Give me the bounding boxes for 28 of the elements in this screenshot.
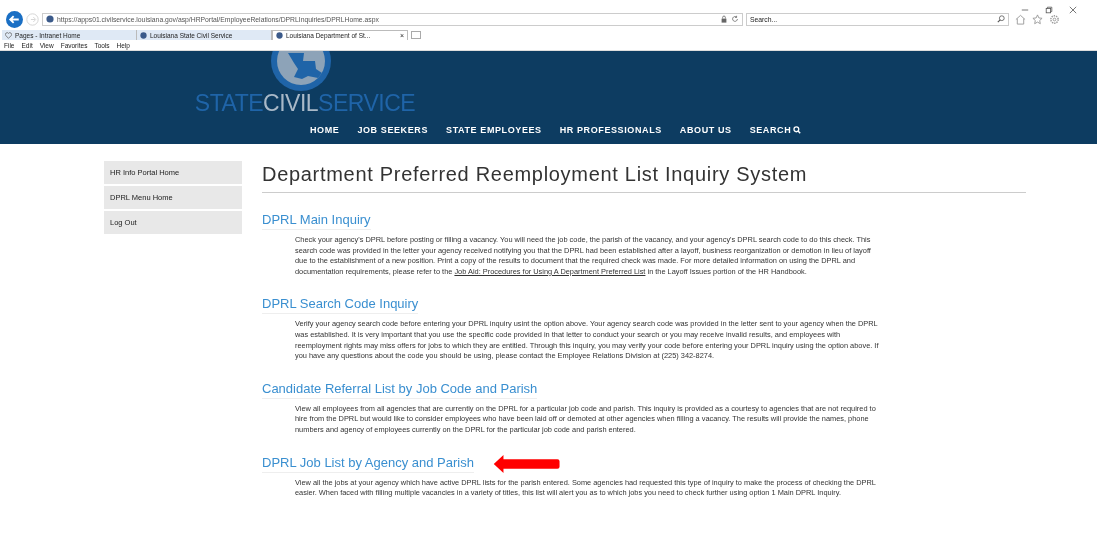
section-link[interactable]: DPRL Search Code Inquiry — [262, 296, 419, 315]
site-logo[interactable]: STATECIVILSERVICE — [194, 91, 416, 115]
lock-icon — [720, 15, 728, 23]
section-link[interactable]: Candidate Referral List by Job Code and Parish — [262, 380, 538, 399]
nav-link[interactable]: STATE EMPLOYEES — [446, 125, 542, 135]
home-icon[interactable] — [1015, 13, 1026, 25]
page-title: Department Preferred Reemployment List Inquiry System — [262, 161, 1026, 193]
nav-link[interactable]: ABOUT US — [679, 125, 732, 135]
search-icon — [793, 126, 802, 134]
site-icon — [46, 15, 54, 23]
settings-icon[interactable] — [1049, 13, 1060, 25]
heart-icon — [5, 31, 12, 39]
forward-button[interactable] — [26, 12, 39, 26]
site-icon — [276, 32, 283, 39]
site-icon — [140, 31, 147, 39]
nav-link[interactable]: HR PROFESSIONALS — [559, 125, 662, 135]
restore-icon[interactable] — [1045, 6, 1053, 14]
nav-link[interactable]: SEARCH — [749, 125, 802, 135]
section-link[interactable]: DPRL Job List by Agency and Parish — [262, 454, 474, 473]
nav-link[interactable]: JOB SEEKERS — [357, 125, 429, 135]
new-tab-button[interactable] — [411, 31, 421, 39]
refresh-icon[interactable] — [731, 15, 739, 23]
close-icon[interactable] — [1069, 6, 1077, 14]
star-icon[interactable] — [1032, 13, 1043, 25]
back-button[interactable] — [6, 10, 23, 28]
nav-link[interactable]: HOME — [310, 125, 340, 135]
minimize-icon[interactable] — [1021, 6, 1029, 14]
section-link[interactable]: DPRL Main Inquiry — [262, 212, 371, 230]
